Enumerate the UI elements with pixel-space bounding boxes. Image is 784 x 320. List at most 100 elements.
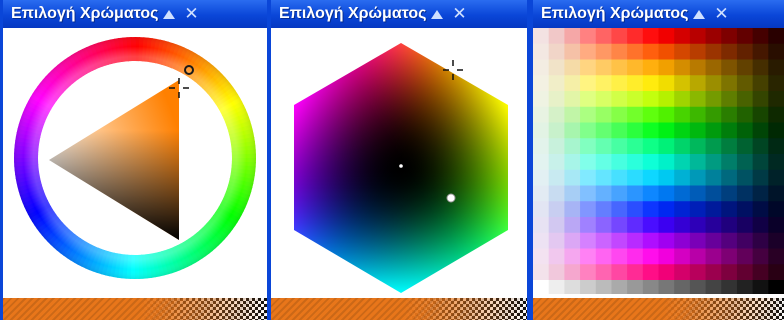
color-swatch[interactable]: [721, 138, 738, 155]
color-wheel-area[interactable]: [3, 28, 267, 294]
color-swatch[interactable]: [627, 59, 644, 76]
color-swatch[interactable]: [611, 201, 628, 218]
color-swatch[interactable]: [580, 217, 597, 234]
color-swatch[interactable]: [642, 28, 659, 45]
color-swatch[interactable]: [627, 232, 644, 249]
color-swatch[interactable]: [674, 169, 691, 186]
color-swatch[interactable]: [752, 91, 769, 108]
color-swatch[interactable]: [689, 201, 707, 218]
color-swatch[interactable]: [611, 169, 628, 186]
color-swatch[interactable]: [642, 106, 659, 123]
color-swatch[interactable]: [611, 43, 628, 60]
color-swatch[interactable]: [752, 28, 769, 45]
color-swatch[interactable]: [611, 122, 628, 139]
color-swatch[interactable]: [768, 217, 784, 234]
color-swatch[interactable]: [658, 185, 675, 202]
color-swatch[interactable]: [642, 201, 659, 218]
color-swatch[interactable]: [658, 75, 675, 92]
color-swatch[interactable]: [768, 169, 784, 186]
color-swatch[interactable]: [658, 154, 675, 171]
color-swatch[interactable]: [548, 154, 565, 171]
color-swatch[interactable]: [752, 232, 769, 249]
color-swatch[interactable]: [548, 248, 565, 265]
color-swatch[interactable]: [752, 106, 769, 123]
color-swatch[interactable]: [548, 217, 565, 234]
color-swatch[interactable]: [595, 91, 612, 108]
color-swatch[interactable]: [768, 264, 784, 281]
color-swatch[interactable]: [548, 185, 565, 202]
color-swatch[interactable]: [736, 248, 754, 265]
color-swatch[interactable]: [768, 154, 784, 171]
color-swatch[interactable]: [642, 91, 659, 108]
color-swatch[interactable]: [705, 91, 722, 108]
color-swatch[interactable]: [580, 264, 597, 281]
color-swatch[interactable]: [689, 106, 707, 123]
grey-swatch[interactable]: [533, 280, 550, 294]
color-swatch[interactable]: [689, 43, 707, 60]
color-swatch[interactable]: [595, 43, 612, 60]
color-swatch[interactable]: [580, 59, 597, 76]
color-wheel-svg[interactable]: [3, 28, 267, 294]
color-swatch[interactable]: [658, 122, 675, 139]
color-swatch[interactable]: [674, 28, 691, 45]
color-swatch[interactable]: [736, 138, 754, 155]
color-swatch[interactable]: [689, 264, 707, 281]
color-swatch[interactable]: [627, 43, 644, 60]
color-swatch[interactable]: [768, 91, 784, 108]
color-swatch[interactable]: [564, 75, 581, 92]
color-swatch[interactable]: [564, 232, 581, 249]
color-swatch[interactable]: [658, 106, 675, 123]
color-swatch[interactable]: [580, 138, 597, 155]
color-swatch[interactable]: [658, 169, 675, 186]
color-swatch[interactable]: [705, 169, 722, 186]
color-swatch[interactable]: [721, 248, 738, 265]
color-swatch[interactable]: [705, 106, 722, 123]
color-swatch[interactable]: [752, 248, 769, 265]
color-swatch[interactable]: [674, 138, 691, 155]
color-swatch[interactable]: [658, 217, 675, 234]
color-swatch[interactable]: [705, 138, 722, 155]
grey-swatch[interactable]: [752, 280, 769, 294]
color-swatch[interactable]: [642, 185, 659, 202]
color-swatch[interactable]: [736, 201, 754, 218]
color-swatch[interactable]: [595, 232, 612, 249]
color-swatch[interactable]: [580, 28, 597, 45]
color-swatch[interactable]: [627, 264, 644, 281]
grey-swatch[interactable]: [658, 280, 675, 294]
color-swatch[interactable]: [705, 154, 722, 171]
color-swatch[interactable]: [533, 43, 550, 60]
color-swatch[interactable]: [689, 75, 707, 92]
color-swatch[interactable]: [533, 122, 550, 139]
color-swatch[interactable]: [736, 28, 754, 45]
color-swatch[interactable]: [658, 43, 675, 60]
color-swatch[interactable]: [642, 232, 659, 249]
grey-swatch[interactable]: [595, 280, 612, 294]
color-swatch[interactable]: [564, 59, 581, 76]
color-swatch[interactable]: [580, 43, 597, 60]
color-swatch[interactable]: [689, 91, 707, 108]
color-swatch[interactable]: [533, 28, 550, 45]
color-swatch[interactable]: [721, 201, 738, 218]
color-swatch[interactable]: [752, 217, 769, 234]
color-swatch[interactable]: [752, 75, 769, 92]
color-swatch[interactable]: [627, 75, 644, 92]
color-swatch[interactable]: [674, 122, 691, 139]
color-swatch[interactable]: [689, 232, 707, 249]
color-swatch[interactable]: [736, 106, 754, 123]
color-swatch[interactable]: [658, 91, 675, 108]
color-swatch[interactable]: [768, 59, 784, 76]
color-swatch[interactable]: [752, 201, 769, 218]
color-swatch[interactable]: [611, 91, 628, 108]
color-swatch[interactable]: [721, 185, 738, 202]
color-swatch[interactable]: [548, 106, 565, 123]
color-swatch[interactable]: [611, 106, 628, 123]
color-swatch[interactable]: [533, 106, 550, 123]
grey-swatch[interactable]: [674, 280, 691, 294]
color-swatch[interactable]: [689, 217, 707, 234]
color-swatch[interactable]: [564, 217, 581, 234]
color-swatch[interactable]: [627, 248, 644, 265]
color-swatch[interactable]: [705, 43, 722, 60]
color-swatch[interactable]: [627, 122, 644, 139]
color-swatch[interactable]: [642, 43, 659, 60]
color-swatch[interactable]: [611, 248, 628, 265]
